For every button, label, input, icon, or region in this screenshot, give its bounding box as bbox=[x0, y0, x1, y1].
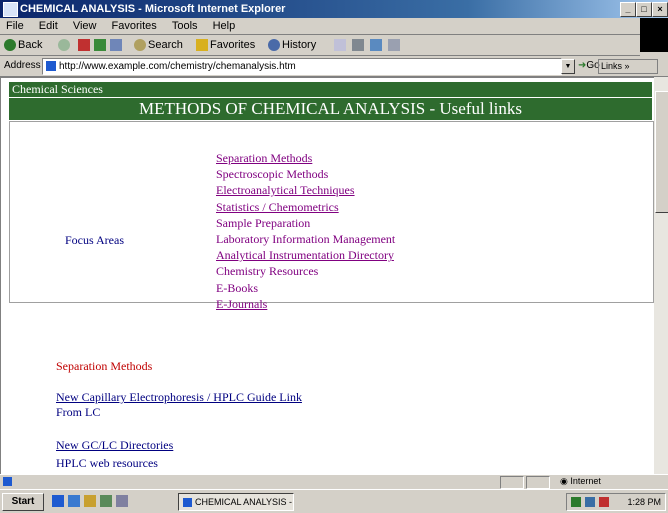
menu-favorites[interactable]: Favorites bbox=[106, 18, 163, 32]
maximize-button[interactable]: □ bbox=[636, 2, 652, 17]
discuss-icon bbox=[388, 39, 400, 52]
section-link[interactable]: New GC/LC Directories bbox=[56, 438, 173, 453]
section-note: HPLC web resources bbox=[56, 456, 158, 470]
address-field[interactable]: http://www.example.com/chemistry/chemana… bbox=[42, 58, 562, 75]
edit-icon bbox=[370, 39, 382, 52]
history-icon bbox=[268, 39, 280, 52]
focus-areas-label: Focus Areas bbox=[65, 233, 124, 247]
stop-icon bbox=[78, 39, 90, 52]
page-content: Chemical Sciences METHODS OF CHEMICAL AN… bbox=[0, 77, 655, 475]
section-note: From LC bbox=[56, 405, 101, 419]
section-link[interactable]: New Capillary Electrophoresis / HPLC Gui… bbox=[56, 390, 302, 405]
home-icon bbox=[110, 39, 122, 52]
mail-icon bbox=[334, 39, 346, 52]
window-title: CHEMICAL ANALYSIS - Microsoft Internet E… bbox=[20, 3, 286, 15]
outlook-quicklaunch-icon[interactable] bbox=[84, 495, 96, 507]
focus-area-link[interactable]: Sample Preparation bbox=[216, 215, 395, 231]
focus-area-link[interactable]: Chemistry Resources bbox=[216, 263, 395, 279]
address-bar: Address http://www.example.com/chemistry… bbox=[0, 56, 668, 77]
links-chevron-icon: » bbox=[624, 61, 630, 71]
minimize-button[interactable]: _ bbox=[620, 2, 636, 17]
security-zone: ◉ Internet bbox=[560, 476, 601, 486]
discuss-button[interactable] bbox=[388, 37, 402, 53]
back-arrow-icon bbox=[4, 39, 16, 52]
address-label: Address bbox=[4, 60, 41, 71]
search-button[interactable]: Search bbox=[134, 37, 183, 53]
focus-area-link[interactable]: Laboratory Information Management bbox=[216, 231, 395, 247]
tray-icon[interactable] bbox=[571, 497, 581, 507]
refresh-button[interactable] bbox=[94, 37, 108, 53]
address-url: http://www.example.com/chemistry/chemana… bbox=[59, 61, 296, 72]
focus-area-link[interactable]: E-Journals bbox=[216, 296, 395, 312]
window-title-bar[interactable]: CHEMICAL ANALYSIS - Microsoft Internet E… bbox=[0, 0, 668, 18]
status-pane bbox=[500, 476, 524, 489]
internet-globe-icon: ◉ bbox=[560, 476, 568, 486]
close-button[interactable]: × bbox=[652, 2, 668, 17]
menu-tools[interactable]: Tools bbox=[166, 18, 204, 32]
app-quicklaunch-icon[interactable] bbox=[116, 495, 128, 507]
vertical-scrollbar[interactable] bbox=[654, 77, 668, 474]
focus-area-link[interactable]: Separation Methods bbox=[216, 150, 395, 166]
windows-logo bbox=[640, 18, 668, 52]
focus-area-link[interactable]: Electroanalytical Techniques bbox=[216, 182, 395, 198]
tray-icon[interactable] bbox=[599, 497, 609, 507]
favorites-button[interactable]: Favorites bbox=[196, 37, 255, 53]
forward-arrow-icon bbox=[58, 39, 70, 52]
clock[interactable]: 1:28 PM bbox=[627, 494, 661, 510]
mail-button[interactable] bbox=[334, 37, 348, 53]
status-bar: ◉ Internet bbox=[0, 474, 668, 489]
stop-button[interactable] bbox=[78, 37, 92, 53]
focus-links-list: Separation Methods Spectroscopic Methods E… bbox=[216, 150, 395, 312]
menu-view[interactable]: View bbox=[67, 18, 103, 32]
history-button[interactable]: History bbox=[268, 37, 316, 53]
page-done-icon bbox=[3, 477, 12, 486]
focus-area-link[interactable]: Analytical Instrumentation Directory bbox=[216, 247, 395, 263]
focus-area-link[interactable]: Statistics / Chemometrics bbox=[216, 199, 395, 215]
page-banner: METHODS OF CHEMICAL ANALYSIS - Useful li… bbox=[9, 98, 652, 120]
taskbar-window-button[interactable]: CHEMICAL ANALYSIS - ... bbox=[178, 493, 294, 511]
ie-quicklaunch-icon[interactable] bbox=[52, 495, 64, 507]
menu-bar: File Edit View Favorites Tools Help bbox=[0, 18, 668, 52]
tray-icon[interactable] bbox=[585, 497, 595, 507]
search-icon bbox=[134, 39, 146, 52]
print-icon bbox=[352, 39, 364, 52]
desktop-quicklaunch-icon[interactable] bbox=[68, 495, 80, 507]
page-icon bbox=[46, 61, 56, 72]
start-button[interactable]: Start bbox=[2, 493, 44, 511]
ie-icon bbox=[3, 2, 18, 17]
refresh-icon bbox=[94, 39, 106, 52]
section-title: Separation Methods bbox=[56, 359, 153, 373]
menu-file[interactable]: File bbox=[0, 18, 30, 32]
standard-toolbar: Back Search Favorites History bbox=[0, 35, 640, 56]
menu-help[interactable]: Help bbox=[207, 18, 242, 32]
focus-area-link[interactable]: Spectroscopic Methods bbox=[216, 166, 395, 182]
status-pane bbox=[526, 476, 550, 489]
forward-button[interactable] bbox=[58, 37, 72, 53]
links-toolbar[interactable]: Links » bbox=[598, 59, 658, 74]
edit-button[interactable] bbox=[370, 37, 384, 53]
focus-area-link[interactable]: E-Books bbox=[216, 280, 395, 296]
go-button[interactable]: ➜Go bbox=[578, 60, 600, 71]
breadcrumb[interactable]: Chemical Sciences bbox=[9, 82, 652, 97]
print-button[interactable] bbox=[352, 37, 366, 53]
home-button[interactable] bbox=[110, 37, 124, 53]
taskbar: Start CHEMICAL ANALYSIS - ... 1:28 PM bbox=[0, 489, 668, 513]
app-quicklaunch-icon[interactable] bbox=[100, 495, 112, 507]
back-button[interactable]: Back bbox=[4, 37, 42, 53]
ie-icon bbox=[183, 498, 192, 508]
address-dropdown-button[interactable]: ▼ bbox=[561, 59, 575, 74]
favorites-icon bbox=[196, 39, 208, 52]
menu-edit[interactable]: Edit bbox=[33, 18, 64, 32]
scrollbar-thumb[interactable] bbox=[655, 91, 668, 213]
system-tray: 1:28 PM bbox=[566, 493, 666, 511]
